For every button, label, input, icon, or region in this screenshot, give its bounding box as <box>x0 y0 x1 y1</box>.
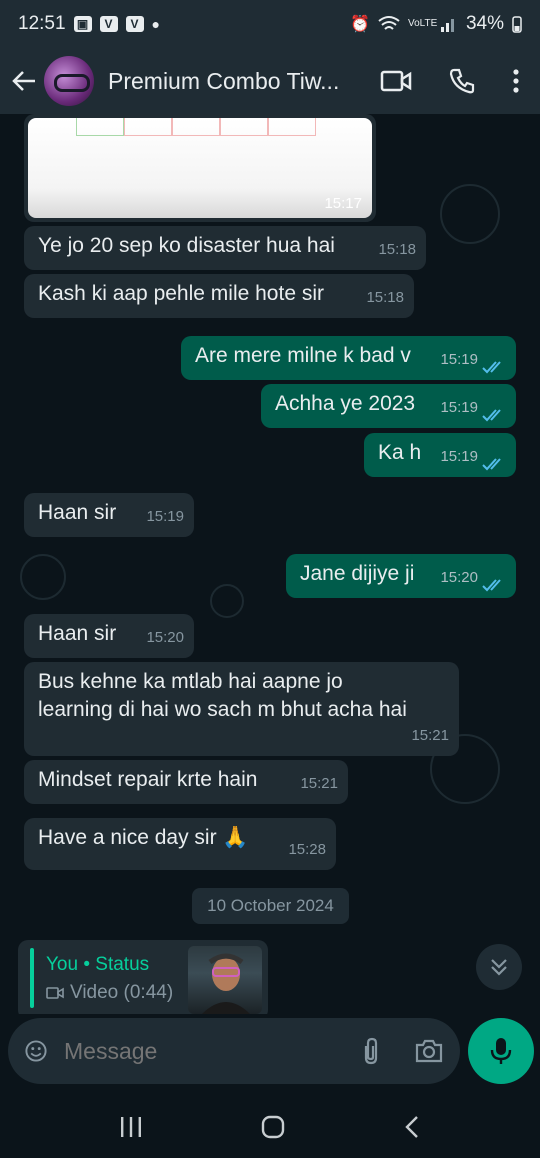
image-thumbnail[interactable]: 15:17 <box>28 118 372 218</box>
reply-media-info: Video (0:44) <box>46 982 173 1004</box>
message-text: Ka h <box>378 441 422 464</box>
message-incoming[interactable]: Mindset repair krte hain 15:21 <box>24 760 348 804</box>
message-time: 15:19 <box>440 351 478 368</box>
message-text: Jane dijiye ji <box>300 562 415 585</box>
more-notifications-icon: ● <box>151 16 161 32</box>
message-composer <box>8 1018 460 1084</box>
back-nav-icon[interactable] <box>402 1114 422 1140</box>
wallpaper-doodle <box>20 554 66 600</box>
message-time: 15:21 <box>411 727 449 744</box>
message-outgoing[interactable]: Jane dijiye ji 15:20 <box>286 554 516 598</box>
back-button[interactable] <box>8 65 40 97</box>
message-incoming[interactable]: Ye jo 20 sep ko disaster hua hai 15:18 <box>24 226 426 270</box>
clock: 12:51 <box>18 13 66 34</box>
voice-message-button[interactable] <box>468 1018 534 1084</box>
message-outgoing[interactable]: Achha ye 2023 15:19 <box>261 384 516 428</box>
message-time: 15:21 <box>300 775 338 792</box>
voice-call-icon[interactable] <box>448 67 476 95</box>
contact-avatar[interactable] <box>44 56 94 106</box>
scroll-to-bottom-button[interactable] <box>476 944 522 990</box>
image-message[interactable]: 15:17 <box>24 114 376 222</box>
message-text-line: learning di hai wo sach m bhut acha hai <box>38 698 407 721</box>
signal-icon <box>440 19 454 32</box>
alarm-icon: ⏰ <box>350 16 370 33</box>
double-chevron-down-icon <box>491 959 507 976</box>
gallery-notification-icon: ▣ <box>73 16 92 32</box>
message-outgoing[interactable]: Ka h 15:19 <box>364 433 516 477</box>
message-time: 15:18 <box>378 241 416 258</box>
message-incoming[interactable]: Haan sir 15:20 <box>24 614 194 658</box>
message-incoming[interactable]: Have a nice day sir 🙏 15:28 <box>24 818 336 870</box>
read-ticks-icon <box>482 458 501 471</box>
message-text: Kash ki aap pehle mile hote sir <box>38 282 324 305</box>
read-ticks-icon <box>482 409 501 422</box>
date-divider: 10 October 2024 <box>192 888 349 924</box>
message-time: 15:18 <box>366 289 404 306</box>
battery-icon <box>512 16 522 33</box>
wifi-icon <box>378 16 400 30</box>
read-ticks-icon <box>482 361 501 374</box>
message-text: Achha ye 2023 <box>275 392 416 415</box>
message-time: 15:17 <box>324 195 362 212</box>
chat-area[interactable]: 15:17 Ye jo 20 sep ko disaster hua hai 1… <box>0 114 540 1014</box>
message-input[interactable] <box>64 1037 360 1065</box>
message-text: Haan sir <box>38 501 117 524</box>
volte-icon: VoLTE <box>407 18 438 29</box>
message-incoming[interactable]: Haan sir 15:19 <box>24 493 194 537</box>
message-text: Mindset repair krte hain <box>38 768 258 791</box>
message-time: 15:19 <box>440 448 478 465</box>
reply-author: You • Status <box>46 954 150 975</box>
wallpaper-doodle <box>440 184 500 244</box>
message-incoming[interactable]: Bus kehne ka mtlab hai aapne jo learning… <box>24 662 459 756</box>
video-icon <box>46 987 64 999</box>
recent-apps-icon[interactable] <box>118 1115 144 1139</box>
status-reply-preview[interactable]: You • Status Video (0:44) <box>18 940 268 1014</box>
message-time: 15:19 <box>440 399 478 416</box>
person-thumbnail-icon <box>202 953 250 1014</box>
message-time: 15:19 <box>146 508 184 525</box>
read-ticks-icon <box>482 579 501 592</box>
message-text-line: Bus kehne ka mtlab hai aapne jo <box>38 670 343 693</box>
wallpaper-doodle <box>210 584 244 618</box>
status-thumbnail[interactable] <box>188 946 262 1014</box>
home-icon[interactable] <box>260 1114 286 1140</box>
message-text: Ye jo 20 sep ko disaster hua hai <box>38 234 335 257</box>
message-text: Haan sir <box>38 622 117 645</box>
message-time: 15:20 <box>146 629 184 646</box>
microphone-icon <box>490 1038 512 1064</box>
contact-name[interactable]: Premium Combo Tiw... <box>108 68 352 95</box>
status-bar: 12:51 ▣ V V ● ⏰ VoLTE 34% <box>0 0 540 48</box>
chat-header: Premium Combo Tiw... <box>0 48 540 114</box>
video-call-icon[interactable] <box>380 69 412 93</box>
app-notification-icon: V <box>99 16 118 32</box>
message-outgoing[interactable]: Are mere milne k bad v 15:19 <box>181 336 516 380</box>
back-arrow-icon <box>12 71 35 91</box>
more-options-icon[interactable] <box>512 68 520 94</box>
camera-icon[interactable] <box>414 1038 444 1064</box>
emoji-icon[interactable] <box>24 1036 48 1066</box>
reply-accent-bar <box>30 948 34 1008</box>
message-incoming[interactable]: Kash ki aap pehle mile hote sir 15:18 <box>24 274 414 318</box>
attach-icon[interactable] <box>360 1036 382 1066</box>
battery-percent: 34% <box>465 13 504 34</box>
app-notification-icon-2: V <box>125 16 144 32</box>
message-time: 15:20 <box>440 569 478 586</box>
system-navigation-bar <box>0 1096 540 1158</box>
reply-media-label: Video (0:44) <box>70 982 174 1003</box>
message-text: Have a nice day sir 🙏 <box>38 826 249 849</box>
message-text: Are mere milne k bad v <box>195 344 411 367</box>
message-time: 15:28 <box>288 841 326 858</box>
